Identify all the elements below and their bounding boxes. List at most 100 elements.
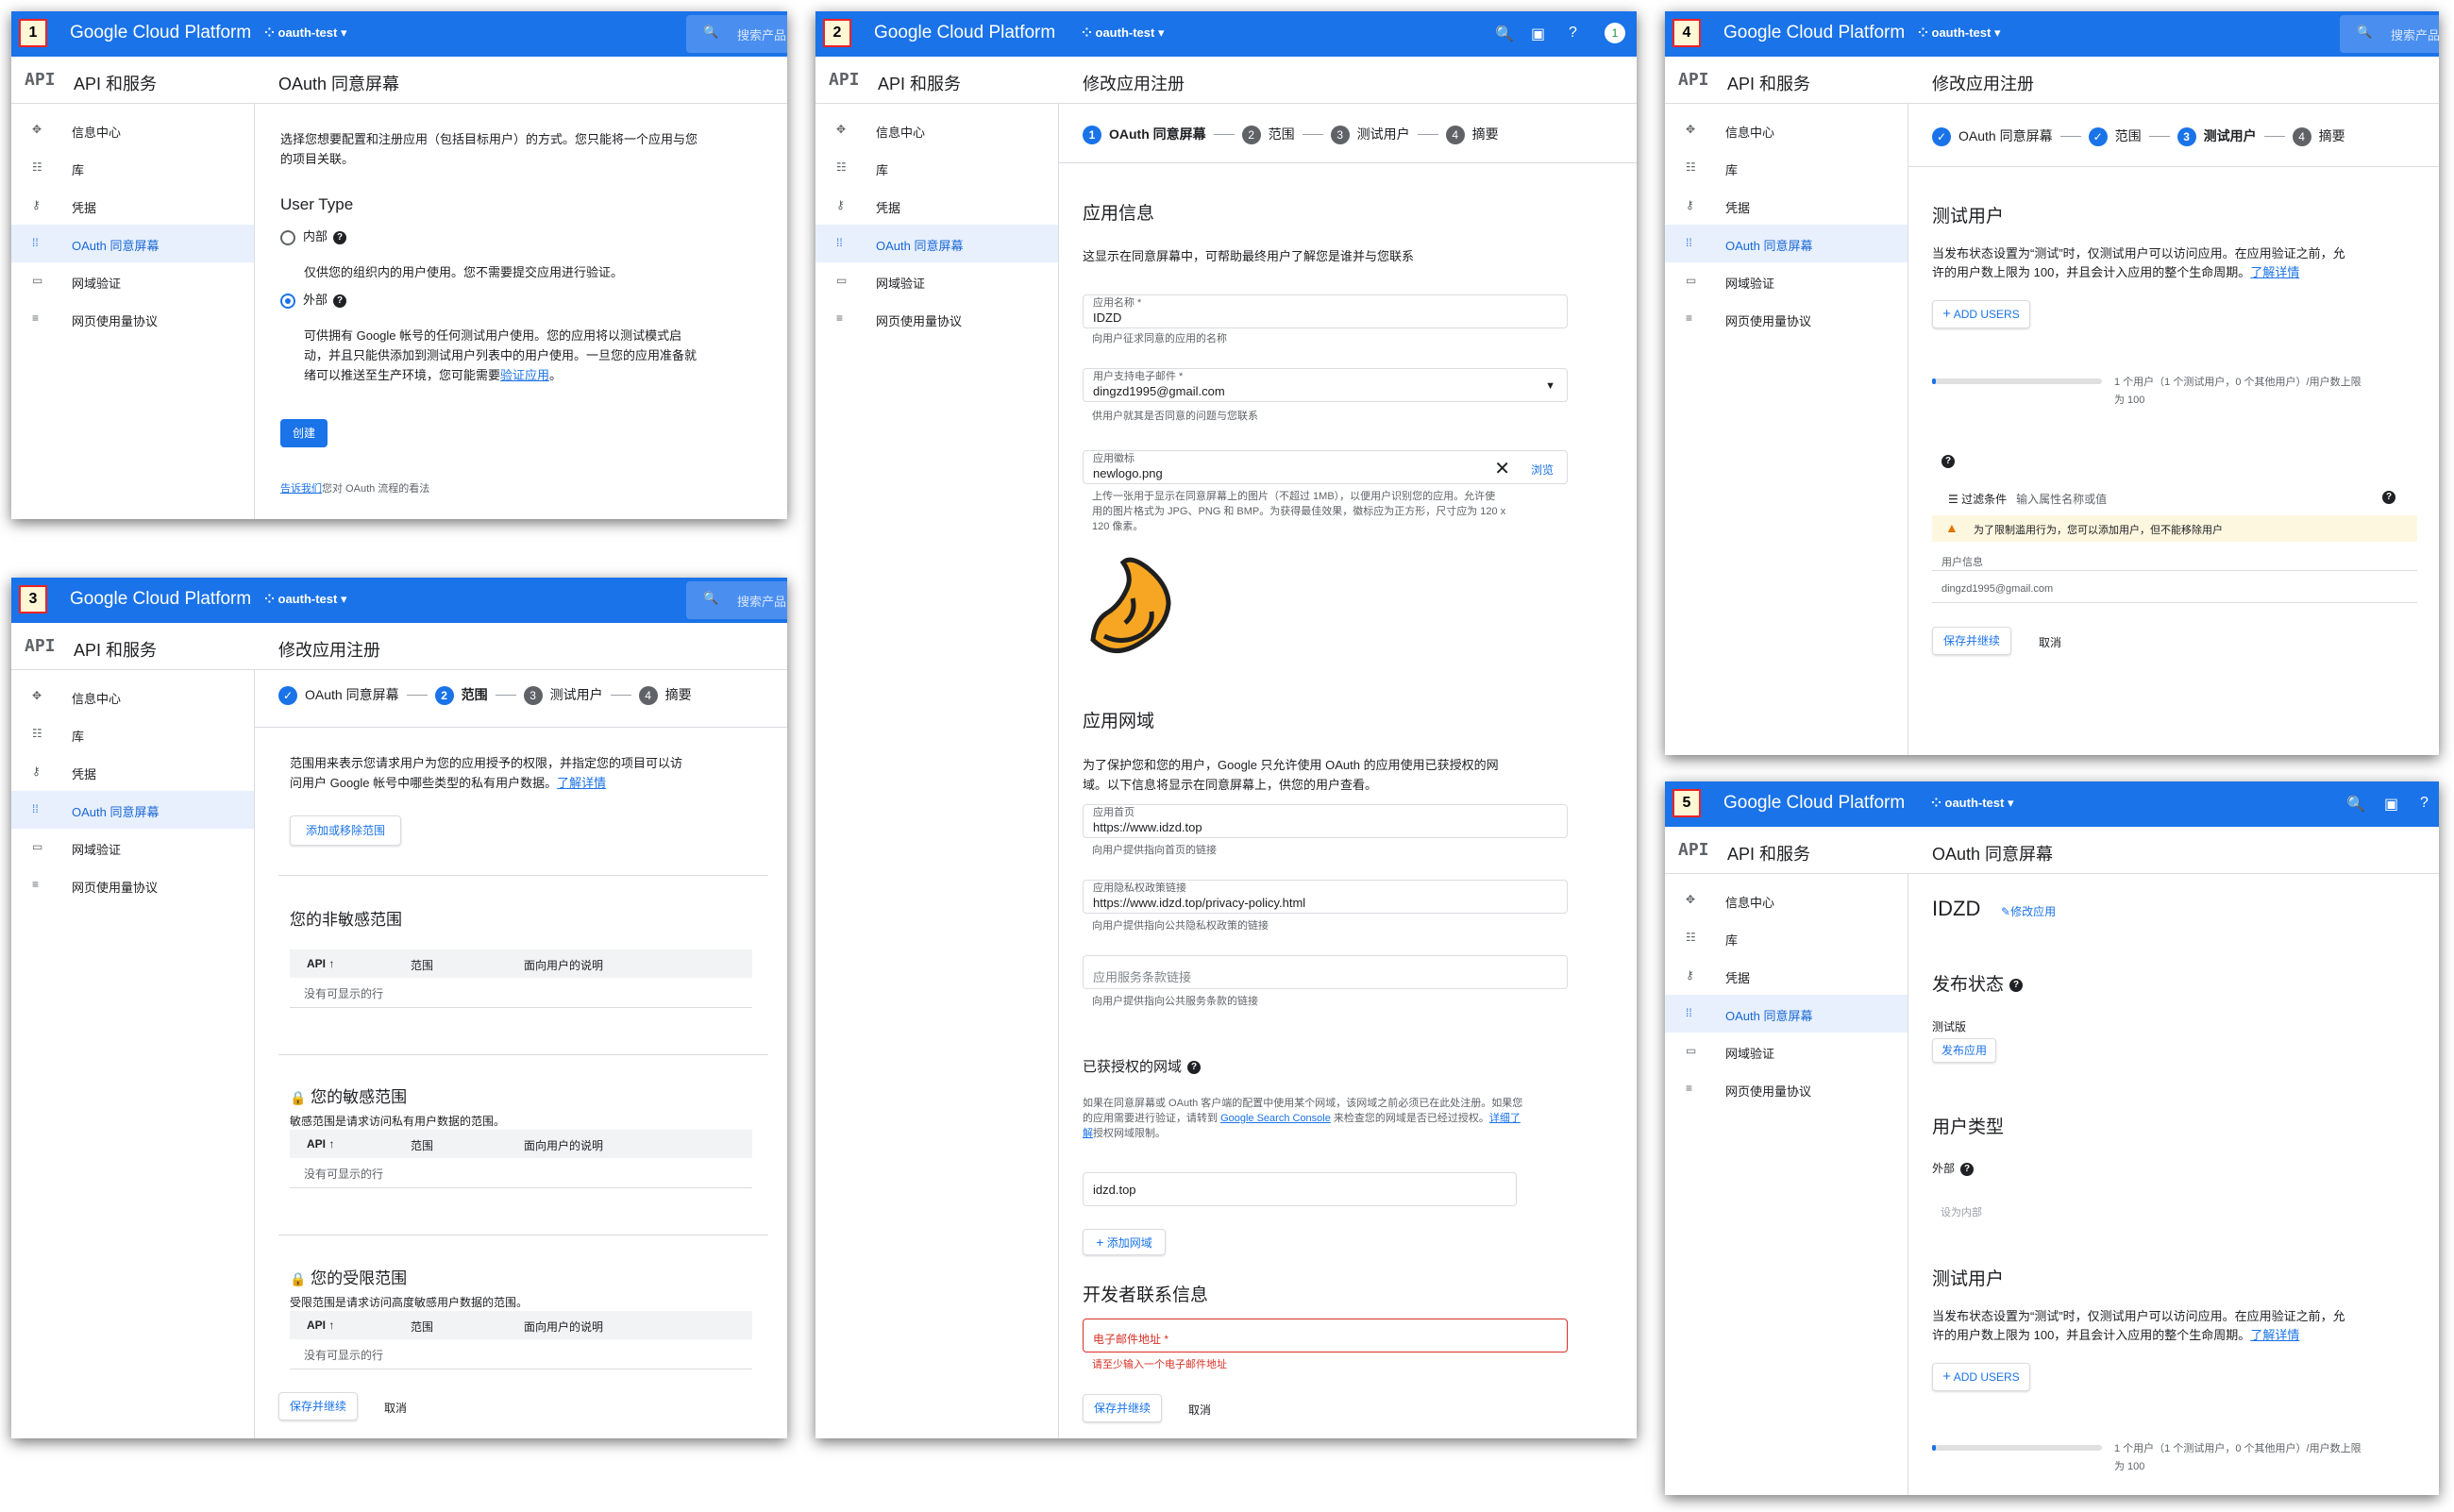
learn-more-link[interactable]: 详细了	[1489, 1113, 1521, 1124]
step-oauth[interactable]: 1 OAuth 同意屏幕	[1083, 126, 1206, 145]
sidebar-item-oauth-consent[interactable]: ⁞⁞ OAuth 同意屏幕	[1665, 225, 1908, 262]
browse-button[interactable]: 浏览	[1531, 462, 1554, 478]
project-selector[interactable]: ⁘ oauth-test ▾	[1918, 25, 2001, 41]
search-input[interactable]: 🔍 搜索产品	[686, 15, 787, 53]
sidebar-item-credentials[interactable]: ⚷ 凭据	[11, 753, 254, 791]
col-api[interactable]: API ↑	[307, 1319, 334, 1332]
sidebar-item-domain-verification[interactable]: ▭ 网域验证	[11, 829, 254, 866]
brand-title[interactable]: Google Cloud Platform	[1723, 23, 1905, 43]
sidebar-item-dashboard[interactable]: ✥ 信息中心	[1665, 111, 1908, 149]
cancel-button[interactable]: 取消	[1188, 1402, 1211, 1418]
search-console-link[interactable]: Google Search Console	[1220, 1113, 1331, 1124]
step-test-users[interactable]: 3 测试用户	[1330, 126, 1410, 145]
sidebar-item-page-usage[interactable]: ≡ 网页使用量协议	[815, 300, 1058, 338]
sidebar-item-library[interactable]: ☷ 库	[815, 149, 1058, 187]
project-selector[interactable]: ⁘ oauth-test ▾	[264, 592, 347, 607]
logo-file-input[interactable]: 应用徽标 newlogo.png ✕ 浏览	[1083, 450, 1568, 484]
save-continue-button[interactable]: 保存并继续	[1932, 627, 2011, 655]
sidebar-item-library[interactable]: ☷ 库	[11, 149, 254, 187]
sidebar-item-dashboard[interactable]: ✥ 信息中心	[1665, 882, 1908, 919]
sidebar-item-oauth-consent[interactable]: ⁞⁞ OAuth 同意屏幕	[11, 225, 254, 262]
edit-app-link[interactable]: ✎修改应用	[2001, 903, 2056, 919]
sidebar-item-page-usage[interactable]: ≡ 网页使用量协议	[1665, 300, 1908, 338]
brand-title[interactable]: Google Cloud Platform	[70, 589, 251, 610]
sidebar-item-library[interactable]: ☷ 库	[11, 715, 254, 753]
brand-title[interactable]: Google Cloud Platform	[874, 23, 1055, 43]
step-summary[interactable]: 4 摘要	[638, 686, 692, 706]
sidebar-item-domain-verification[interactable]: ▭ 网域验证	[11, 262, 254, 300]
project-selector[interactable]: ⁘ oauth-test ▾	[1931, 796, 2014, 811]
step-summary[interactable]: 4 摘要	[1445, 126, 1499, 145]
sidebar-item-oauth-consent[interactable]: ⁞⁞ OAuth 同意屏幕	[815, 225, 1058, 262]
learn-more-link[interactable]: 了解详情	[2250, 265, 2299, 279]
learn-more-link[interactable]: 了解详情	[557, 776, 606, 790]
search-input[interactable]: 🔍 搜索产品	[686, 581, 787, 619]
sidebar-item-dashboard[interactable]: ✥ 信息中心	[815, 111, 1058, 149]
help-icon[interactable]: ?	[1941, 455, 1955, 468]
step-scopes[interactable]: 2 范围	[434, 686, 488, 706]
help-icon[interactable]: ?	[1960, 1162, 1975, 1176]
sidebar-item-page-usage[interactable]: ≡ 网页使用量协议	[11, 300, 254, 338]
help-icon[interactable]: ?	[1187, 1061, 1202, 1075]
step-scopes[interactable]: ✓ 范围	[2088, 127, 2142, 147]
help-icon[interactable]: ?	[2009, 978, 2024, 992]
radio-external[interactable]: 外部?	[280, 290, 347, 309]
help-icon[interactable]: ?	[333, 230, 347, 244]
support-email-select[interactable]: 用户支持电子邮件 * dingzd1995@gmail.com ▼	[1083, 368, 1568, 402]
step-scopes[interactable]: 2 范围	[1241, 126, 1295, 145]
learn-more-link[interactable]: 了解详情	[2250, 1328, 2299, 1342]
sidebar-item-page-usage[interactable]: ≡ 网页使用量协议	[1665, 1070, 1908, 1108]
project-selector[interactable]: ⁘ oauth-test ▾	[1082, 25, 1165, 41]
cloud-shell-icon[interactable]: ▣	[2384, 795, 2398, 814]
step-oauth[interactable]: ✓ OAuth 同意屏幕	[1932, 127, 2053, 147]
step-test-users[interactable]: 3 测试用户	[523, 686, 603, 706]
create-button[interactable]: 创建	[280, 419, 328, 447]
help-icon[interactable]: ?	[1569, 25, 1577, 42]
filter-bar[interactable]: ☰ 过滤条件 输入属性名称或值	[1948, 491, 2107, 507]
help-icon[interactable]: ?	[2420, 795, 2429, 812]
search-icon[interactable]: 🔍	[1495, 25, 1514, 43]
authorized-domain-input[interactable]: idzd.top	[1083, 1172, 1517, 1206]
add-remove-scopes-button[interactable]: 添加或移除范围	[290, 815, 401, 846]
sidebar-item-credentials[interactable]: ⚷ 凭据	[1665, 957, 1908, 995]
add-users-button[interactable]: + ADD USERS	[1932, 300, 2030, 328]
tos-input[interactable]: 应用服务条款链接	[1083, 955, 1568, 989]
verify-app-link[interactable]: 验证应用	[500, 368, 549, 382]
help-icon[interactable]: ?	[2382, 491, 2395, 504]
sidebar-item-page-usage[interactable]: ≡ 网页使用量协议	[11, 866, 254, 904]
privacy-policy-input[interactable]: 应用隐私权政策链接 https://www.idzd.top/privacy-po…	[1083, 880, 1568, 914]
save-continue-button[interactable]: 保存并继续	[1083, 1394, 1162, 1422]
clear-icon[interactable]: ✕	[1494, 457, 1510, 480]
sidebar-item-oauth-consent[interactable]: ⁞⁞ OAuth 同意屏幕	[1665, 995, 1908, 1033]
sidebar-item-domain-verification[interactable]: ▭ 网域验证	[815, 262, 1058, 300]
make-internal-button[interactable]: 设为内部	[1941, 1204, 1982, 1219]
sidebar-item-dashboard[interactable]: ✥ 信息中心	[11, 678, 254, 715]
notifications-icon[interactable]: 1	[1605, 23, 1625, 43]
cancel-button[interactable]: 取消	[2039, 634, 2061, 650]
sidebar-item-oauth-consent[interactable]: ⁞⁞ OAuth 同意屏幕	[11, 791, 254, 829]
homepage-input[interactable]: 应用首页 https://www.idzd.top	[1083, 804, 1568, 838]
radio-internal[interactable]: 内部?	[280, 227, 347, 245]
learn-more-link-cont[interactable]: 解	[1083, 1128, 1093, 1139]
col-api[interactable]: API ↑	[307, 957, 334, 970]
search-input[interactable]: 🔍 搜索产品	[2340, 15, 2439, 53]
cloud-shell-icon[interactable]: ▣	[1531, 25, 1545, 43]
brand-title[interactable]: Google Cloud Platform	[1723, 793, 1905, 814]
developer-email-input[interactable]: 电子邮件地址 *	[1083, 1319, 1568, 1352]
search-icon[interactable]: 🔍	[2346, 795, 2365, 814]
sidebar-item-domain-verification[interactable]: ▭ 网域验证	[1665, 1033, 1908, 1070]
add-users-button[interactable]: + ADD USERS	[1932, 1363, 2030, 1391]
sidebar-item-dashboard[interactable]: ✥ 信息中心	[11, 111, 254, 149]
project-selector[interactable]: ⁘ oauth-test ▾	[264, 25, 347, 41]
publish-app-button[interactable]: 发布应用	[1932, 1038, 1996, 1063]
save-continue-button[interactable]: 保存并继续	[278, 1392, 358, 1420]
sidebar-item-domain-verification[interactable]: ▭ 网域验证	[1665, 262, 1908, 300]
add-domain-button[interactable]: + 添加网域	[1083, 1229, 1166, 1255]
sidebar-item-credentials[interactable]: ⚷ 凭据	[815, 187, 1058, 225]
sidebar-item-credentials[interactable]: ⚷ 凭据	[1665, 187, 1908, 225]
app-name-input[interactable]: 应用名称 * IDZD	[1083, 294, 1568, 328]
feedback-link[interactable]: 告诉我们	[280, 483, 322, 495]
col-api[interactable]: API ↑	[307, 1137, 334, 1151]
step-test-users[interactable]: 3 测试用户	[2177, 127, 2257, 147]
sidebar-item-library[interactable]: ☷ 库	[1665, 149, 1908, 187]
